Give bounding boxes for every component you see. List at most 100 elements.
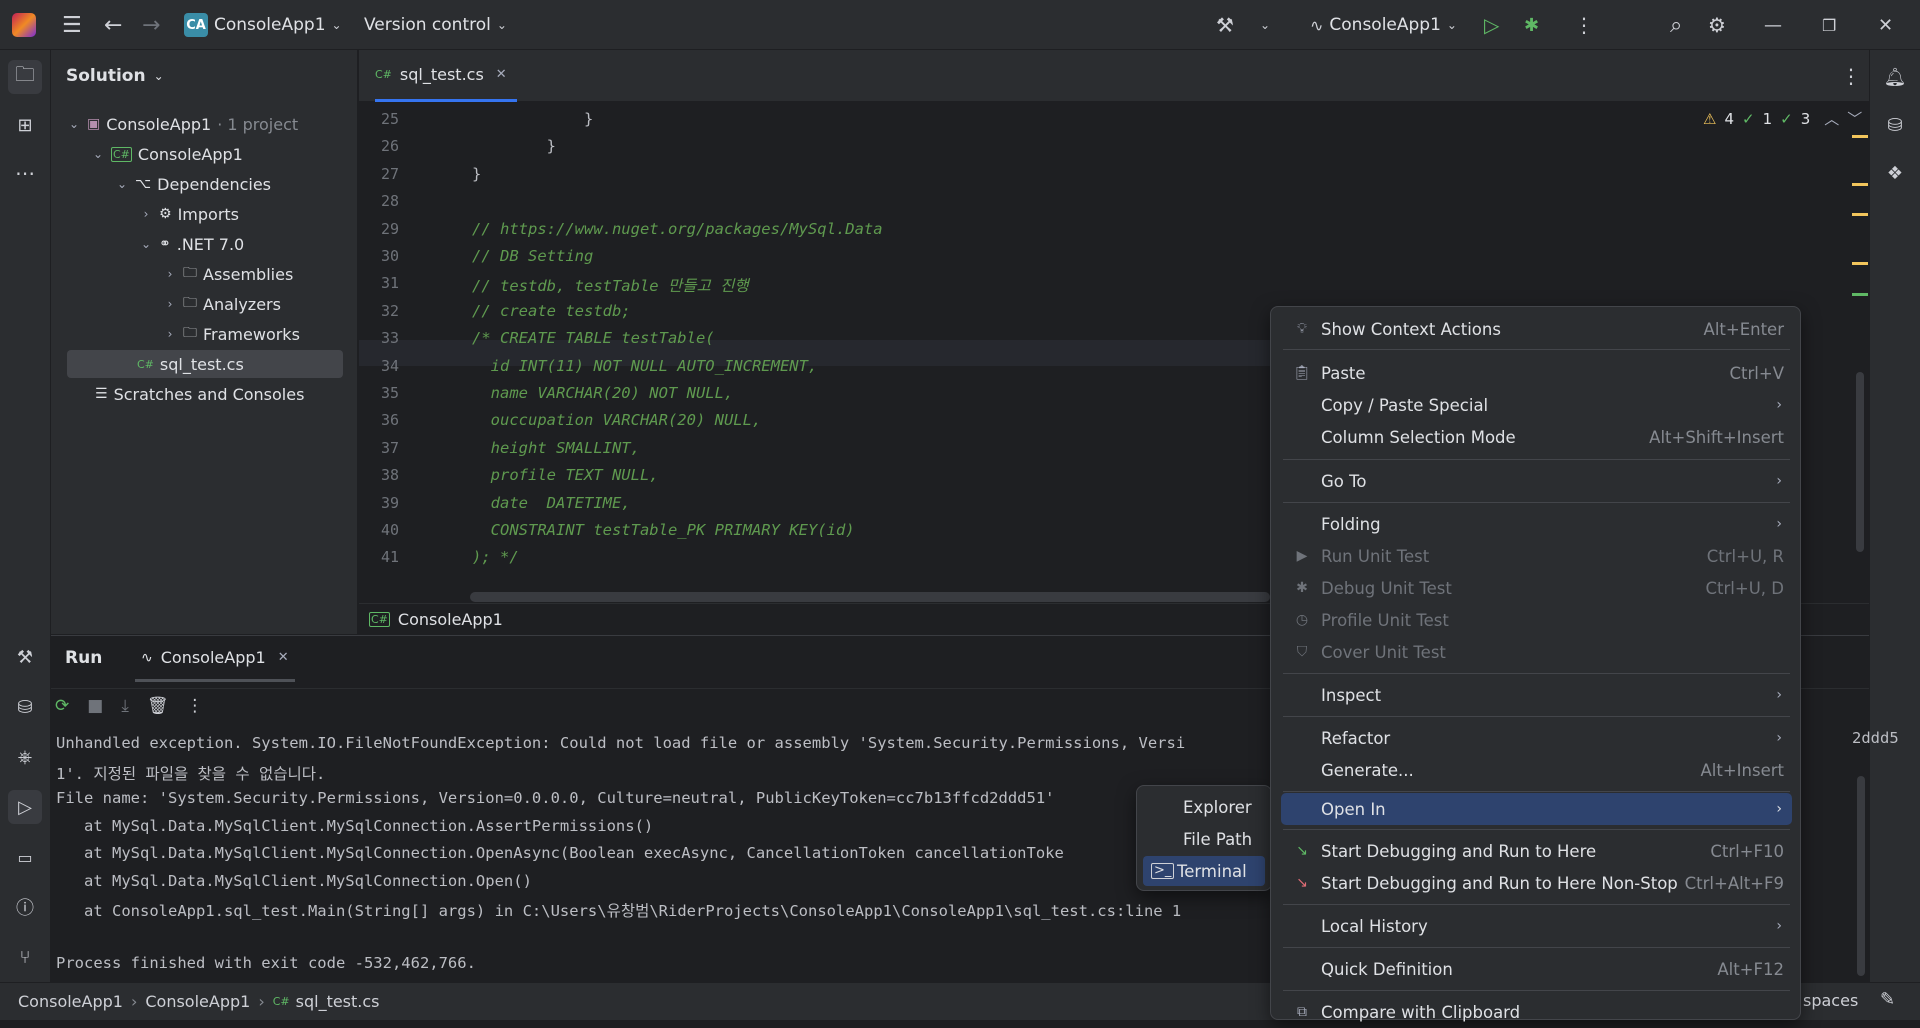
menu-item-open-in[interactable]: Open In › (1281, 793, 1792, 825)
more-actions-button[interactable]: ⋮ (1574, 0, 1594, 50)
marker-warning[interactable] (1852, 135, 1868, 138)
menu-item-show-context-actions[interactable]: 💡︎ Show Context Actions Alt+Enter (1281, 313, 1792, 345)
app-logo[interactable] (12, 0, 36, 50)
build-tool-button[interactable]: ⚒ (8, 640, 42, 674)
marker-ok[interactable] (1852, 293, 1868, 296)
minimize-button[interactable]: — (1764, 0, 1782, 50)
scroll-to-end-icon[interactable]: ⤓ (121, 696, 129, 716)
git-tool-button[interactable]: ⑂ (8, 940, 42, 974)
code-line[interactable]: CONSTRAINT testTable_PK PRIMARY KEY(id) (472, 521, 855, 539)
edit-icon[interactable]: ✎ (1880, 989, 1895, 1010)
debug-button[interactable]: ✱ (1524, 0, 1539, 50)
close-window-button[interactable]: ✕ (1878, 0, 1893, 50)
notifications-button[interactable]: 🔔︎ (1878, 60, 1912, 94)
menu-item-debug-unit-test[interactable]: ✱ Debug Unit Test Ctrl+U, D (1281, 572, 1792, 604)
marker-warning[interactable] (1852, 213, 1868, 216)
more-tools-button[interactable]: ⋯ (8, 156, 42, 190)
run-tool-button[interactable]: ▷ (8, 790, 42, 824)
terminal-tool-button[interactable]: ▭ (8, 840, 42, 874)
status-crumb[interactable]: sql_test.cs (296, 992, 380, 1011)
run-config-selector[interactable]: ∿ ConsoleApp1 ⌄ (1310, 0, 1457, 50)
menu-item-copy-paste-special[interactable]: Copy / Paste Special › (1281, 389, 1792, 421)
vcs-menu[interactable]: Version control ⌄ (364, 0, 507, 50)
tree-item-sql-test[interactable]: C# sql_test.cs (67, 350, 343, 378)
menu-item-compare-with-clipboard[interactable]: ⧉ Compare with Clipboard (1281, 996, 1792, 1028)
rerun-icon[interactable]: ⟳ (55, 696, 69, 716)
menu-item-paste[interactable]: 📋︎ Paste Ctrl+V (1281, 357, 1792, 389)
tab-options-button[interactable]: ⋮ (1841, 64, 1861, 88)
tree-item-solution[interactable]: ⌄ ▣ ConsoleApp1 · 1 project (67, 110, 298, 138)
code-line[interactable]: // testdb, testTable 만들고 진행 (472, 274, 749, 296)
code-line[interactable]: /* CREATE TABLE testTable( (472, 329, 715, 347)
menu-item-profile-unit-test[interactable]: ◷ Profile Unit Test (1281, 604, 1792, 636)
project-selector[interactable]: CA ConsoleApp1 ⌄ (184, 0, 342, 50)
horizontal-scrollbar[interactable] (470, 592, 1270, 602)
menu-item-start-debugging-run-to-here[interactable]: ↘ Start Debugging and Run to Here Ctrl+F… (1281, 835, 1792, 867)
menu-item-quick-definition[interactable]: Quick Definition Alt+F12 (1281, 953, 1792, 985)
stop-icon[interactable]: ■ (87, 696, 103, 716)
inspection-widget[interactable]: ⚠ 4 ✓ 1 ✓ 3 ︿ ﹀ (1703, 108, 1862, 129)
status-crumb[interactable]: ConsoleApp1 (18, 992, 123, 1011)
tree-item-dotnet[interactable]: ⌄ ⚭ .NET 7.0 (139, 230, 244, 258)
more-vertical-icon[interactable]: ⋮ (186, 696, 203, 716)
plugins-button[interactable]: ❖ (1878, 156, 1912, 190)
code-line[interactable]: } (472, 110, 593, 128)
database-button[interactable]: ⛁ (1878, 108, 1912, 142)
menu-item-inspect[interactable]: Inspect › (1281, 679, 1792, 711)
build-button[interactable]: ⚒ (1216, 0, 1234, 50)
code-line[interactable]: id INT(11) NOT NULL AUTO_INCREMENT, (472, 357, 818, 375)
code-line[interactable]: date DATETIME, (472, 494, 631, 512)
run-button[interactable]: ▷ (1484, 0, 1499, 50)
menu-item-local-history[interactable]: Local History › (1281, 910, 1792, 942)
tab-sql-test[interactable]: C# sql_test.cs ✕ (375, 50, 517, 102)
tree-item-assemblies[interactable]: › 🗀 Assemblies (163, 260, 294, 288)
tree-item-scratches[interactable]: ☰ Scratches and Consoles (95, 380, 304, 408)
settings-button[interactable]: ⚙ (1708, 0, 1726, 50)
menu-item-cover-unit-test[interactable]: ⛉ Cover Unit Test (1281, 636, 1792, 668)
marker-warning[interactable] (1852, 262, 1868, 265)
services-tool-button[interactable]: ⎈ (8, 740, 42, 774)
solution-title[interactable]: Solution ⌄ (66, 66, 164, 86)
indent-status[interactable]: spaces (1803, 991, 1858, 1010)
build-options-button[interactable]: ⌄ (1260, 0, 1270, 50)
code-line[interactable]: ); */ (472, 548, 519, 566)
menu-item-go-to[interactable]: Go To › (1281, 465, 1792, 497)
submenu-item-explorer[interactable]: Explorer (1143, 792, 1265, 822)
restore-button[interactable]: ❐ (1822, 0, 1836, 50)
status-crumb[interactable]: ConsoleApp1 (145, 992, 250, 1011)
menu-item-column-selection-mode[interactable]: Column Selection Mode Alt+Shift+Insert (1281, 421, 1792, 453)
menu-item-folding[interactable]: Folding › (1281, 508, 1792, 540)
code-line[interactable]: // https://www.nuget.org/packages/MySql.… (472, 220, 883, 238)
trash-icon[interactable]: 🗑︎ (147, 696, 169, 716)
code-line[interactable]: } (472, 165, 481, 183)
menu-item-refactor[interactable]: Refactor › (1281, 722, 1792, 754)
code-line[interactable]: // DB Setting (472, 247, 593, 265)
submenu-item-terminal[interactable]: >_ Terminal (1143, 856, 1265, 886)
code-line[interactable]: } (472, 137, 556, 155)
database-tool-button[interactable]: ⛁ (8, 690, 42, 724)
menu-item-start-debugging-run-to-here-non-stop[interactable]: ↘ Start Debugging and Run to Here Non-St… (1281, 867, 1792, 899)
close-icon[interactable]: ✕ (496, 67, 507, 82)
chevron-down-icon[interactable]: ﹀ (1847, 108, 1862, 129)
code-line[interactable]: // create testdb; (472, 302, 631, 320)
problems-tool-button[interactable]: ⓘ (8, 890, 42, 924)
structure-tool-button[interactable]: ⊞ (8, 108, 42, 142)
tree-item-analyzers[interactable]: › 🗀 Analyzers (163, 290, 281, 318)
search-button[interactable]: ⌕ (1670, 0, 1682, 50)
code-line[interactable]: height SMALLINT, (472, 439, 640, 457)
tree-item-frameworks[interactable]: › 🗀 Frameworks (163, 320, 300, 348)
menu-item-run-unit-test[interactable]: ▶ Run Unit Test Ctrl+U, R (1281, 540, 1792, 572)
code-line[interactable]: name VARCHAR(20) NOT NULL, (472, 384, 734, 402)
code-line[interactable]: profile TEXT NULL, (472, 466, 659, 484)
main-menu-button[interactable]: ☰ (62, 0, 82, 50)
forward-button[interactable]: → (142, 0, 160, 50)
marker-warning[interactable] (1852, 183, 1868, 186)
vertical-scrollbar[interactable] (1856, 372, 1864, 552)
back-button[interactable]: ← (104, 0, 122, 50)
explorer-tool-button[interactable]: 🗀 (8, 60, 42, 94)
tree-item-project[interactable]: ⌄ C# ConsoleApp1 (91, 140, 243, 168)
submenu-item-file-path[interactable]: File Path (1143, 824, 1265, 854)
tree-item-dependencies[interactable]: ⌄ ⌥ Dependencies (115, 170, 271, 198)
run-tab[interactable]: ∿ ConsoleApp1 ✕ (135, 636, 295, 682)
code-line[interactable]: ouccupation VARCHAR(20) NULL, (472, 411, 762, 429)
